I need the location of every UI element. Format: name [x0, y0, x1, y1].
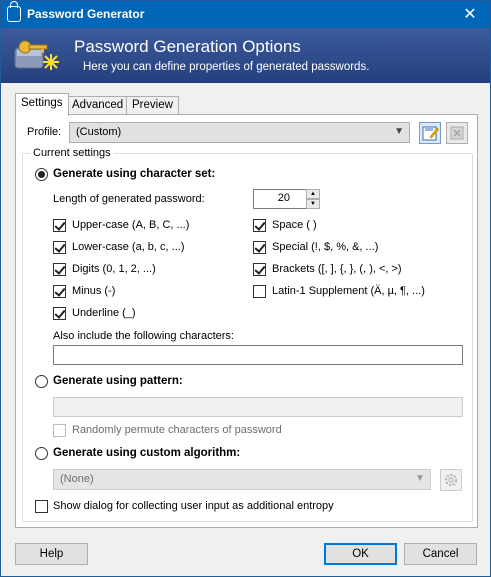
- lowercase-label: Lower-case (a, b, c, ...): [72, 241, 185, 253]
- header-title: Password Generation Options: [74, 37, 301, 56]
- also-include-label: Also include the following characters:: [53, 330, 234, 342]
- algorithm-dropdown[interactable]: (None) ▼: [53, 469, 431, 490]
- title-bar: Password Generator ✕: [1, 1, 490, 28]
- permute-label: Randomly permute characters of password: [72, 424, 282, 436]
- also-include-input[interactable]: [53, 345, 463, 365]
- tab-advanced[interactable]: Advanced: [66, 96, 130, 115]
- special-label: Special (!, $, %, &, ...): [272, 241, 379, 253]
- brackets-checkbox[interactable]: [253, 263, 266, 276]
- digits-label: Digits (0, 1, 2, ...): [72, 263, 156, 275]
- delete-profile-icon: [450, 126, 464, 140]
- spin-down-button[interactable]: ▼: [306, 199, 320, 209]
- chevron-down-icon: ▼: [394, 126, 404, 137]
- profile-value: (Custom): [76, 126, 122, 138]
- latin1-label: Latin-1 Supplement (Ä, µ, ¶, ...): [272, 285, 425, 297]
- help-button[interactable]: Help: [15, 543, 88, 565]
- digits-checkbox[interactable]: [53, 263, 66, 276]
- settings-panel: Profile: (Custom) ▼ Current settings Gen…: [15, 114, 478, 528]
- minus-checkbox[interactable]: [53, 285, 66, 298]
- chevron-down-icon: ▼: [415, 473, 425, 484]
- length-spinner-input[interactable]: 20: [253, 189, 309, 209]
- underline-label: Underline (_): [72, 307, 136, 319]
- uppercase-label: Upper-case (A, B, C, ...): [72, 219, 190, 231]
- custom-algorithm-radio-label: Generate using custom algorithm:: [53, 447, 241, 459]
- pattern-radio[interactable]: [35, 375, 48, 388]
- password-generator-window: Password Generator ✕ Password Generation…: [0, 0, 491, 577]
- custom-algorithm-radio[interactable]: [35, 447, 48, 460]
- algorithm-options-button[interactable]: [440, 469, 462, 491]
- profile-dropdown[interactable]: (Custom) ▼: [69, 122, 410, 143]
- spin-up-button[interactable]: ▲: [306, 189, 320, 199]
- current-settings-legend: Current settings: [30, 147, 114, 159]
- underline-checkbox[interactable]: [53, 307, 66, 320]
- charset-radio-label: Generate using character set:: [53, 168, 216, 180]
- delete-profile-button[interactable]: [446, 122, 468, 144]
- permute-checkbox[interactable]: [53, 424, 66, 437]
- save-profile-button[interactable]: [419, 122, 441, 144]
- keys-icon: [14, 40, 59, 70]
- algorithm-value: (None): [60, 473, 94, 485]
- cancel-button[interactable]: Cancel: [404, 543, 477, 565]
- pattern-radio-label: Generate using pattern:: [53, 375, 183, 387]
- lowercase-checkbox[interactable]: [53, 241, 66, 254]
- profile-label: Profile:: [27, 126, 62, 138]
- tab-settings[interactable]: Settings: [15, 93, 69, 116]
- length-label: Length of generated password:: [53, 193, 205, 205]
- latin1-checkbox[interactable]: [253, 285, 266, 298]
- gear-icon: [444, 473, 458, 487]
- pattern-input[interactable]: [53, 397, 463, 417]
- header-banner: Password Generation Options Here you can…: [1, 28, 490, 83]
- brackets-label: Brackets ([, ], {, }, (, ), <, >): [272, 263, 402, 275]
- save-profile-icon: [422, 126, 439, 141]
- header-subtitle: Here you can define properties of genera…: [83, 61, 370, 73]
- minus-label: Minus (-): [72, 285, 116, 297]
- entropy-label: Show dialog for collecting user input as…: [53, 500, 334, 512]
- uppercase-checkbox[interactable]: [53, 219, 66, 232]
- close-button[interactable]: ✕: [450, 1, 490, 28]
- ok-button[interactable]: OK: [324, 543, 397, 565]
- window-title: Password Generator: [27, 7, 145, 21]
- entropy-checkbox[interactable]: [35, 500, 48, 513]
- space-checkbox[interactable]: [253, 219, 266, 232]
- tab-preview[interactable]: Preview: [126, 96, 179, 115]
- space-label: Space ( ): [272, 219, 317, 231]
- length-spinner-buttons: ▲ ▼: [306, 189, 320, 209]
- lock-icon: [7, 1, 21, 22]
- charset-radio[interactable]: [35, 168, 48, 181]
- special-checkbox[interactable]: [253, 241, 266, 254]
